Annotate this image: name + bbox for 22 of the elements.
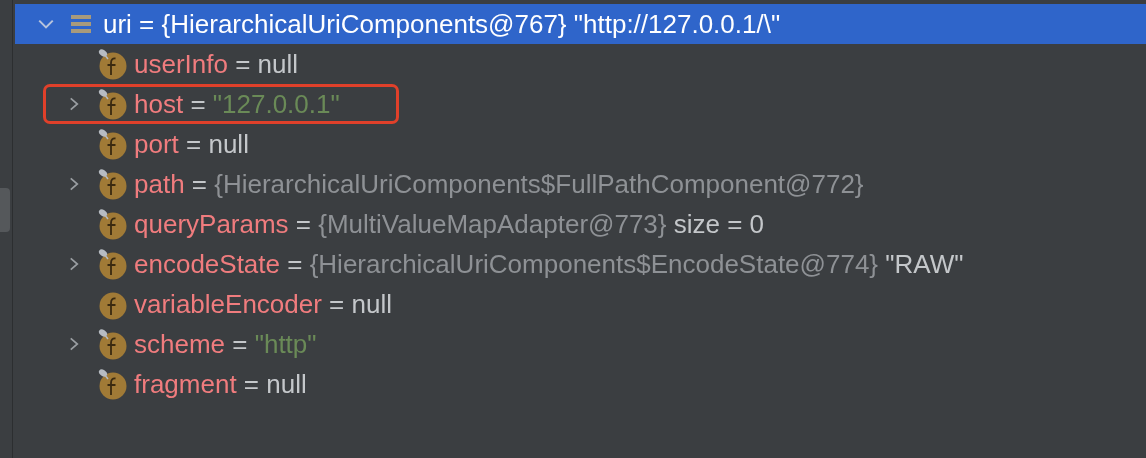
side-tab-handle[interactable] (0, 188, 10, 232)
field-text: queryParams = {MultiValueMapAdapter@773} size = 0 (134, 208, 765, 240)
highlighted-row[interactable]: host = "127.0.0.1" (43, 84, 399, 124)
tree-row[interactable]: uri = {HierarchicalUriComponents@767} "http://127.0.0.1/\" (15, 4, 1146, 44)
field-text: path = {HierarchicalUriComponents$FullPathComponent@772} (134, 168, 864, 200)
field-text: port = null (134, 128, 249, 160)
tree-row[interactable]: queryParams = {MultiValueMapAdapter@773} size = 0 (43, 204, 780, 244)
tree-row[interactable]: userInfo = null (43, 44, 399, 84)
tree-row[interactable]: encodeState = {HierarchicalUriComponents$EncodeState@774} "RAW" (43, 244, 979, 284)
field-text: encodeState = {HierarchicalUriComponents$EncodeState@774} "RAW" (134, 248, 964, 280)
field-text: fragment = null (134, 368, 307, 400)
field-text: userInfo = null (134, 48, 299, 80)
tree-row[interactable]: variableEncoder = null (43, 284, 407, 324)
field-text: scheme = "http" (134, 328, 317, 360)
list-icon (71, 14, 91, 34)
tree-row[interactable]: fragment = null (43, 364, 399, 404)
tree-row[interactable]: port = null (43, 124, 399, 164)
tree-row[interactable]: scheme = "http" (43, 324, 399, 364)
field-text: host = "127.0.0.1" (134, 88, 340, 120)
tree-row[interactable]: path = {HierarchicalUriComponents$FullPathComponent@772} (43, 164, 879, 204)
field-text: variableEncoder = null (134, 288, 392, 320)
variable-text: uri = {HierarchicalUriComponents@767} "http://127.0.0.1/\" (103, 8, 781, 40)
